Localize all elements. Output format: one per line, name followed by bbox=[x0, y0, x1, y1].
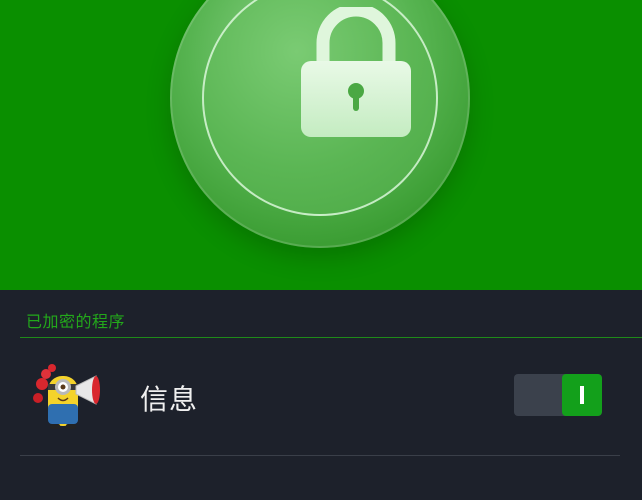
lock-toggle-switch[interactable] bbox=[514, 374, 602, 416]
minion-app-icon bbox=[33, 364, 100, 429]
section-title-encrypted-apps: 已加密的程序 bbox=[26, 312, 126, 331]
padlock-icon bbox=[301, 7, 411, 137]
app-name-label: 信息 bbox=[140, 383, 199, 416]
lock-inner-ring bbox=[202, 0, 438, 216]
row-divider bbox=[20, 455, 620, 456]
lock-outer-ring bbox=[170, 0, 470, 248]
toggle-knob-on bbox=[562, 374, 602, 416]
lock-hero-banner bbox=[0, 0, 642, 290]
list-item-app[interactable]: 信息 bbox=[20, 338, 620, 455]
toggle-on-mark-icon bbox=[580, 386, 584, 404]
